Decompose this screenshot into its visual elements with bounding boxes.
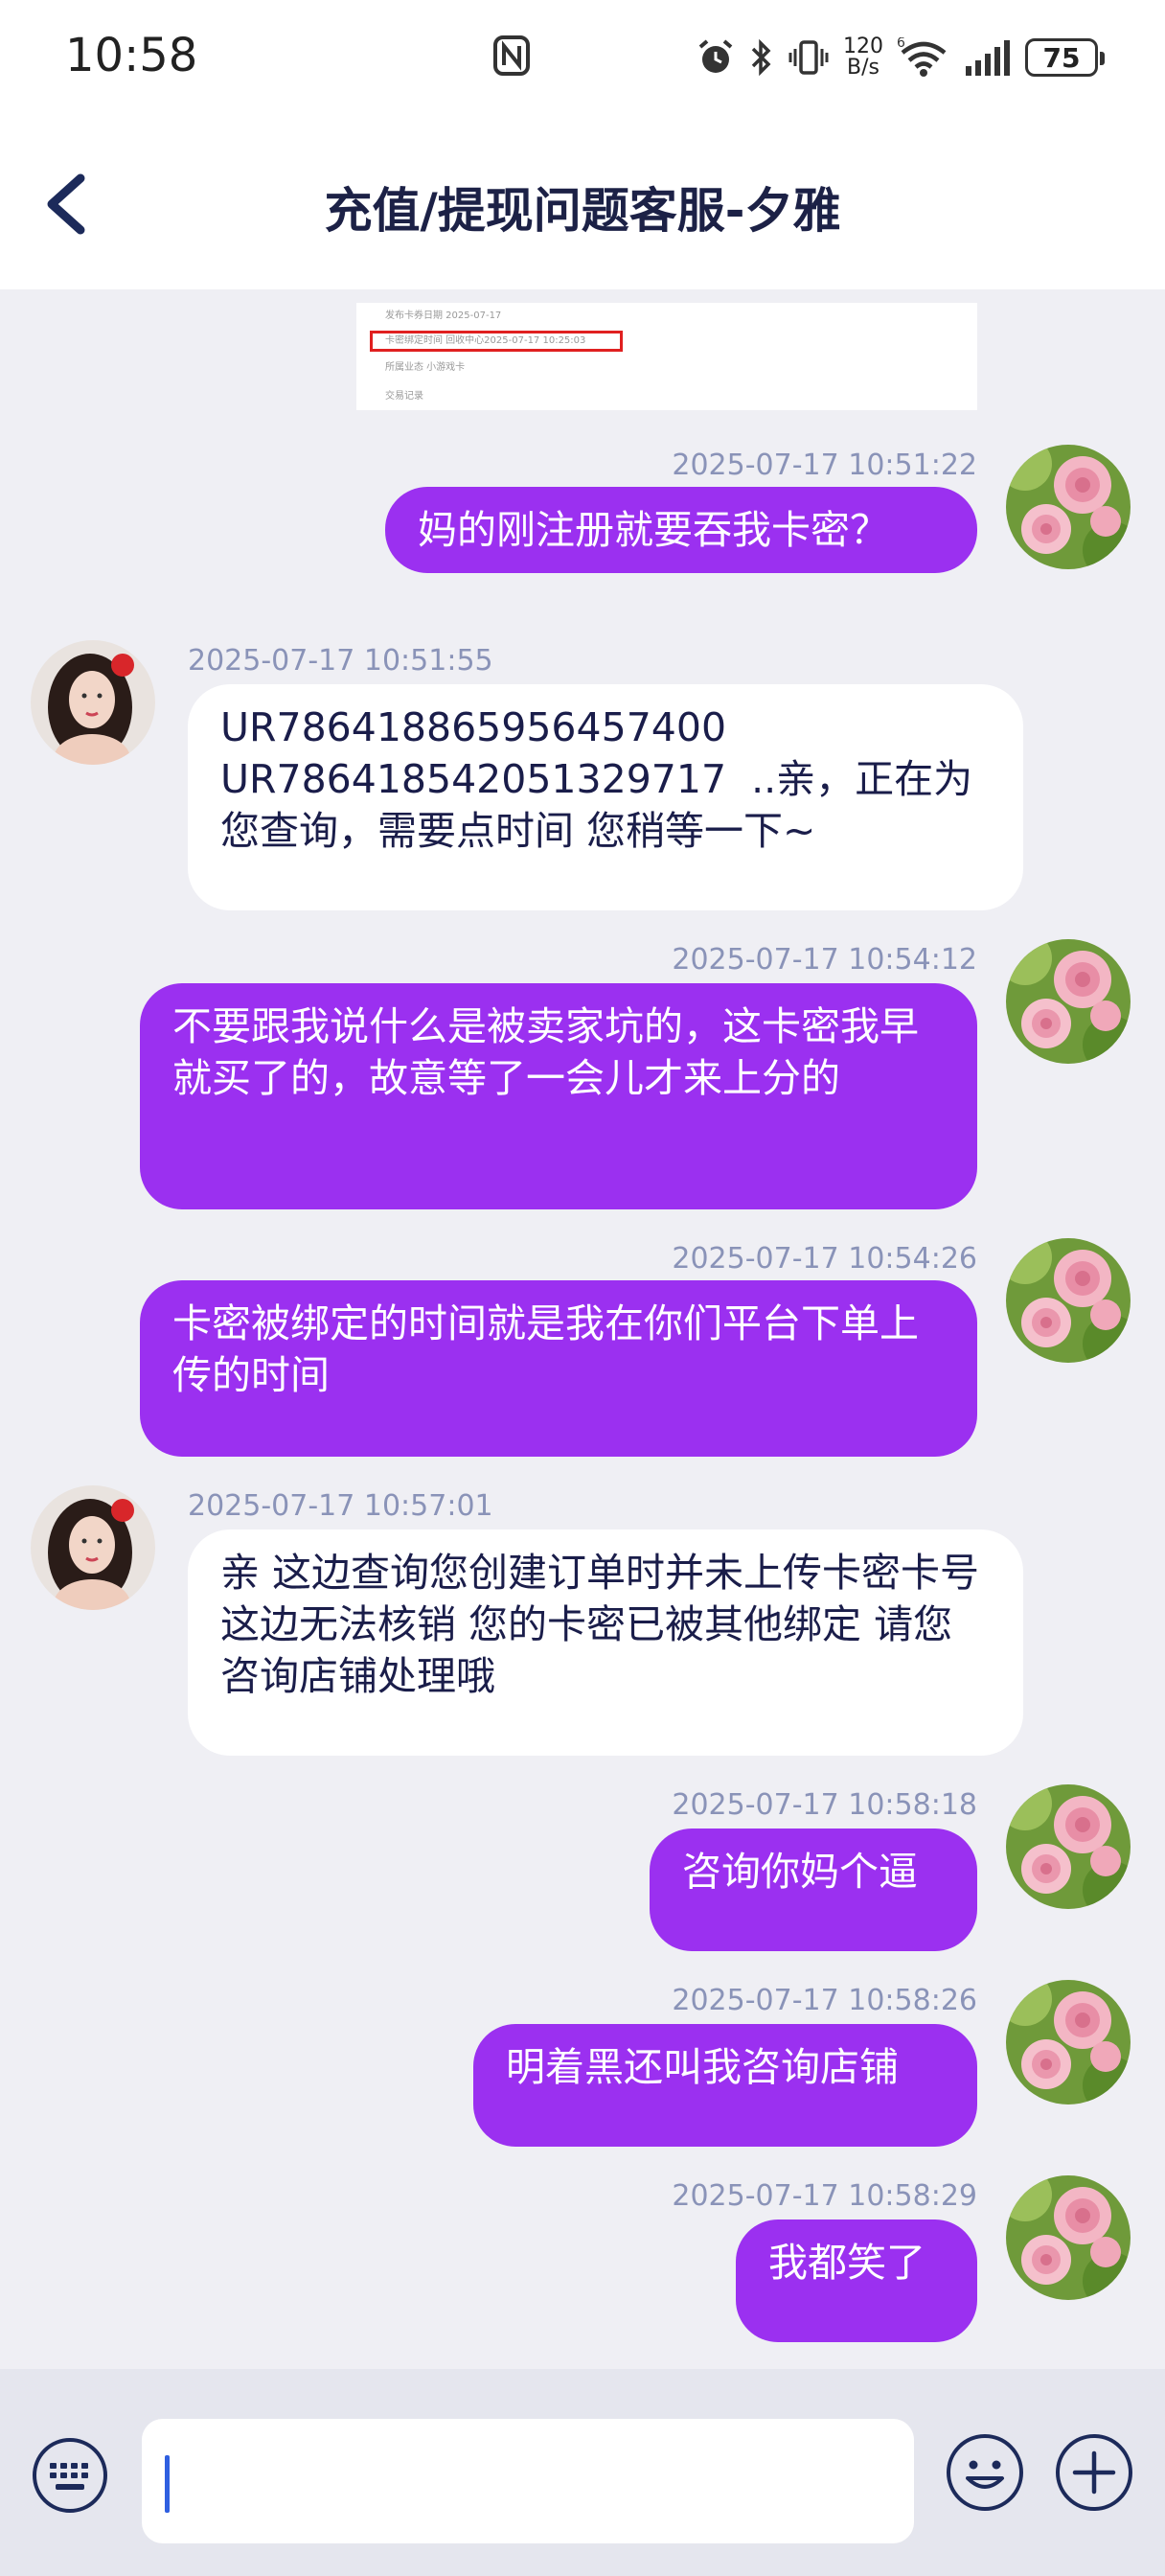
message-bubble[interactable]: 妈的刚注册就要吞我卡密？: [385, 487, 977, 573]
message-timestamp: 2025-07-17 10:57:01: [188, 1489, 493, 1523]
message-bubble[interactable]: 咨询你妈个逼: [650, 1828, 977, 1951]
text-cursor: [165, 2455, 170, 2513]
rose-avatar[interactable]: [1006, 1784, 1131, 1909]
message-timestamp: 2025-07-17 10:58:18: [672, 1788, 977, 1822]
nfc-icon: [493, 35, 530, 76]
chat-header: 充值/提现问题客服-夕雅: [0, 115, 1165, 289]
message-timestamp: 2025-07-17 10:51:55: [188, 644, 493, 678]
message-bubble[interactable]: 我都笑了: [736, 2220, 977, 2342]
shared-screenshot[interactable]: 发布卡券日期 2025-07-17 卡密绑定时间 回收中心2025-07-17 …: [356, 303, 977, 410]
message-bubble[interactable]: 卡密被绑定的时间就是我在你们平台下单上传的时间: [140, 1280, 977, 1457]
message-timestamp: 2025-07-17 10:58:29: [672, 2179, 977, 2213]
message-timestamp: 2025-07-17 10:51:22: [672, 448, 977, 482]
alarm-icon: [698, 39, 733, 73]
message-bubble[interactable]: 不要跟我说什么是被卖家坑的，这卡密我早就买了的，故意等了一会儿才来上分的: [140, 983, 977, 1209]
message-timestamp: 2025-07-17 10:54:12: [672, 943, 977, 977]
vibrate-icon: [788, 40, 829, 75]
net-speed: 120 B/s: [843, 34, 883, 80]
agent-avatar[interactable]: [31, 1485, 155, 1610]
emoji-icon[interactable]: [945, 2432, 1025, 2513]
rose-avatar[interactable]: [1006, 939, 1131, 1064]
status-icons: 120 B/s 6 75: [696, 33, 1105, 82]
bluetooth-icon: [751, 38, 771, 77]
chat-title: 充值/提现问题客服-夕雅: [324, 183, 841, 239]
message-bubble[interactable]: 明着黑还叫我咨询店铺: [473, 2024, 977, 2147]
message-timestamp: 2025-07-17 10:58:26: [672, 1984, 977, 2017]
message-bubble[interactable]: 亲 这边查询您创建订单时并未上传卡密卡号 这边无法核销 您的卡密已被其他绑定 请…: [188, 1530, 1023, 1756]
message-timestamp: 2025-07-17 10:54:26: [672, 1242, 977, 1276]
status-bar: 10:58 120 B/s 6 75: [0, 0, 1165, 115]
agent-avatar[interactable]: [31, 640, 155, 765]
message-input[interactable]: [142, 2419, 914, 2543]
message-bubble[interactable]: UR786418865956457400 UR78641854205132971…: [188, 684, 1023, 910]
battery-indicator: 75: [1025, 38, 1105, 77]
status-time: 10:58: [65, 29, 198, 82]
chat-area[interactable]: 发布卡券日期 2025-07-17 卡密绑定时间 回收中心2025-07-17 …: [0, 289, 1165, 2369]
input-bar: [0, 2369, 1165, 2576]
rose-avatar[interactable]: [1006, 1980, 1131, 2104]
rose-avatar[interactable]: [1006, 2175, 1131, 2300]
plus-icon[interactable]: [1054, 2432, 1134, 2513]
rose-avatar[interactable]: [1006, 445, 1131, 569]
rose-avatar[interactable]: [1006, 1238, 1131, 1363]
keyboard-icon[interactable]: [31, 2436, 109, 2515]
svg-text:6: 6: [897, 37, 905, 51]
wifi-icon: 6: [897, 37, 947, 77]
signal-icon: [966, 40, 1010, 76]
